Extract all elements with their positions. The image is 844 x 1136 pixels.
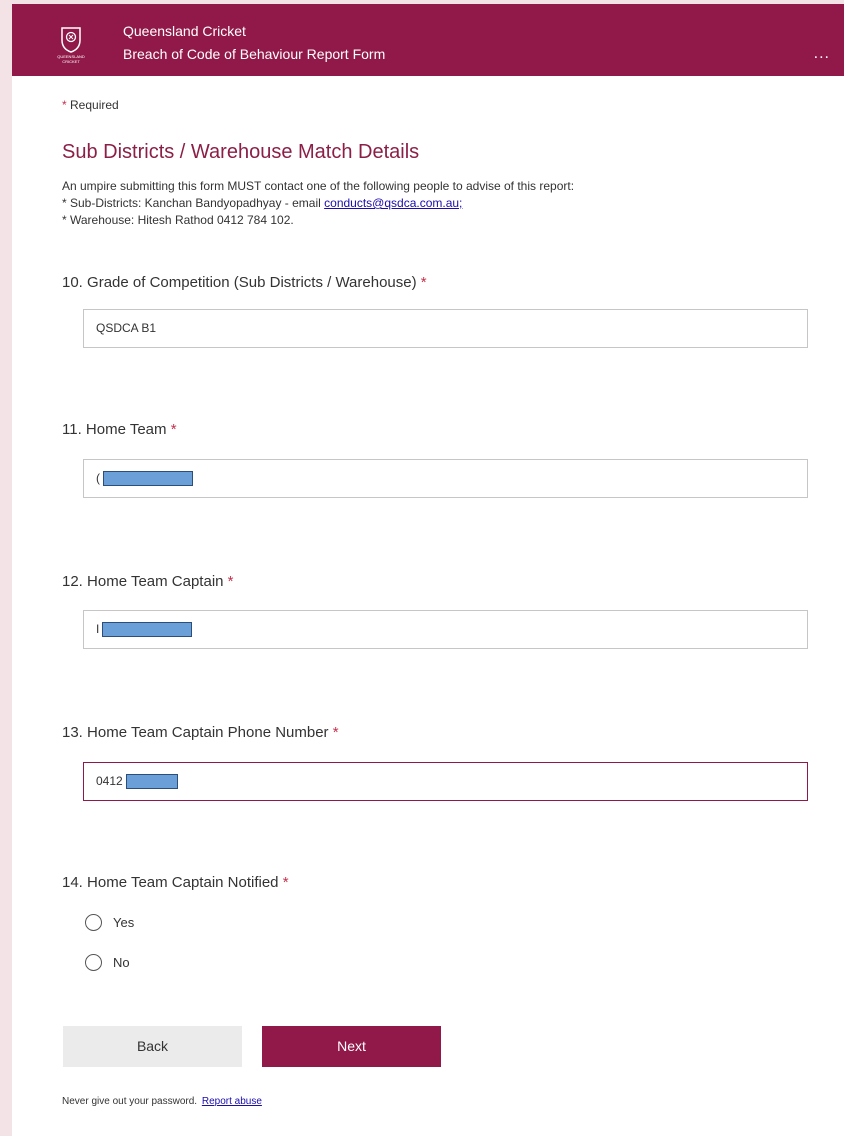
form-page: QUEENSLAND CRICKET Queensland Cricket Br… [12,4,844,1136]
footer: Never give out your password. Report abu… [62,1096,262,1107]
question-14-label: 14. Home Team Captain Notified * [62,874,289,891]
question-11-label: 11. Home Team * [62,421,177,438]
report-abuse-link[interactable]: Report abuse [202,1096,262,1107]
question-number: 14. [62,874,83,891]
radio-button[interactable] [85,953,102,971]
question-text: Home Team [85,421,167,438]
question-12-label: 12. Home Team Captain * [62,573,234,590]
radio-option-no[interactable]: No [85,952,130,972]
section-description: An umpire submitting this form MUST cont… [62,178,822,229]
form-title: Breach of Code of Behaviour Report Form [123,46,386,62]
question-number: 10. [62,274,83,291]
question-number: 13. [62,724,83,741]
home-team-input[interactable]: ( [83,459,808,498]
question-10-label: 10. Grade of Competition (Sub Districts … [62,274,427,291]
captain-phone-value: 0412 [96,774,123,788]
radio-label: No [113,954,130,970]
next-button[interactable]: Next [262,1026,441,1067]
redaction-box [125,774,178,790]
section-desc-line-2: * Sub-Districts: Kanchan Bandyopadhyay -… [62,195,822,212]
required-note: * Required [62,98,119,112]
question-text: Home Team Captain Notified [87,874,279,891]
required-star: * [227,573,234,590]
redaction-box [102,622,193,638]
required-star: * [420,274,427,291]
question-number: 11. [62,421,82,438]
required-star: * [62,98,67,112]
radio-button[interactable] [85,913,102,931]
section-desc-line-3: * Warehouse: Hitesh Rathod 0412 784 102. [62,213,294,227]
redaction-box [103,471,193,487]
question-text: Home Team Captain Phone Number [87,724,329,741]
home-team-value: ( [96,471,100,485]
required-label: Required [70,98,119,112]
grade-of-competition-input[interactable]: QSDCA B1 [83,309,808,348]
form-header: QUEENSLAND CRICKET Queensland Cricket Br… [12,4,844,76]
footer-text: Never give out your password. [62,1096,198,1107]
sub-districts-contact: * Sub-Districts: Kanchan Bandyopadhyay -… [62,196,325,210]
radio-option-yes[interactable]: Yes [85,912,134,932]
required-star: * [282,874,289,891]
home-team-captain-value: I [96,622,100,636]
question-text: Home Team Captain [87,573,224,590]
queensland-cricket-logo-icon [61,27,81,53]
required-star: * [332,724,339,741]
logo-text: QUEENSLAND CRICKET [57,54,85,64]
captain-phone-input[interactable]: 0412 [83,762,808,801]
back-button[interactable]: Back [63,1026,242,1067]
question-number: 12. [62,573,83,590]
section-desc-line-1: An umpire submitting this form MUST cont… [62,179,575,193]
radio-label: Yes [113,914,135,930]
required-star: * [170,421,177,438]
more-options-button[interactable]: ... [814,46,830,62]
section-title: Sub Districts / Warehouse Match Details [62,141,420,163]
question-text: Grade of Competition (Sub Districts / Wa… [87,274,417,291]
header-title: Queensland Cricket [123,23,246,39]
question-13-label: 13. Home Team Captain Phone Number * [62,724,339,741]
contact-email-link[interactable]: conducts@qsdca.com.au; [324,196,462,210]
home-team-captain-input[interactable]: I [83,610,808,649]
